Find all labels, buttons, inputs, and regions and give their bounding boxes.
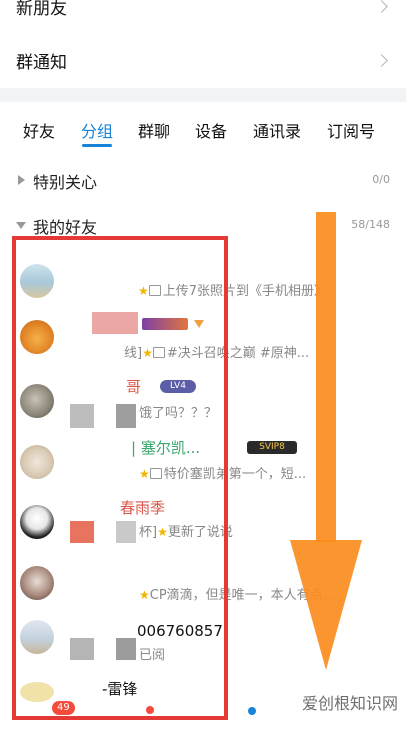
scroll-down-arrow-icon xyxy=(290,212,362,670)
blurred-block xyxy=(70,521,94,543)
tab-friends[interactable]: 好友 xyxy=(23,118,55,142)
notification-dot xyxy=(146,706,154,714)
tab-contacts[interactable]: 通讯录 xyxy=(253,118,301,142)
group-name: 特别关心 xyxy=(33,173,98,192)
watermark: 爱创根知识网 xyxy=(301,694,398,713)
avatar xyxy=(20,384,54,418)
blurred-block xyxy=(116,404,136,428)
star-icon: ★ xyxy=(142,346,153,360)
blurred-block xyxy=(70,638,94,660)
blurred-name-block xyxy=(92,312,138,334)
section-divider xyxy=(0,88,406,102)
tab-groups[interactable]: 分组 xyxy=(81,118,113,142)
friend-name: -雷锋 xyxy=(102,680,138,698)
group-special-care[interactable]: 特别关心 0/0 xyxy=(0,163,406,197)
chevron-right-icon xyxy=(375,0,388,13)
contact-tabs: 好友 分组 群聊 设备 通讯录 订阅号 xyxy=(0,110,406,150)
new-friends-row[interactable]: 新朋友 xyxy=(0,0,406,28)
picture-icon xyxy=(152,347,165,358)
rank-icon xyxy=(194,320,204,328)
avatar xyxy=(20,620,54,654)
avatar xyxy=(20,264,54,298)
star-icon: ★ xyxy=(139,467,150,481)
star-icon: ★ xyxy=(138,284,149,298)
avatar xyxy=(20,445,54,479)
expanded-triangle-icon xyxy=(16,222,26,229)
tab-subscriptions[interactable]: 订阅号 xyxy=(327,118,375,142)
friend-name: | 塞尔凯... xyxy=(131,439,201,457)
blurred-block xyxy=(70,404,94,428)
new-friends-label: 新朋友 xyxy=(16,0,67,19)
star-icon: ★ xyxy=(157,525,168,539)
group-notice-row[interactable]: 群通知 xyxy=(0,38,406,82)
nameplate-icon xyxy=(142,318,188,330)
tab-devices[interactable]: 设备 xyxy=(195,118,227,142)
friend-name: 006760857 xyxy=(137,622,223,640)
notification-dot xyxy=(248,707,256,715)
unread-badge: 49 xyxy=(52,701,75,715)
level-badge: LV4 xyxy=(160,380,196,393)
picture-icon xyxy=(149,468,162,479)
blurred-block xyxy=(116,521,136,543)
collapsed-triangle-icon xyxy=(18,175,25,185)
active-tab-indicator xyxy=(82,144,112,147)
picture-icon xyxy=(148,285,161,296)
group-name: 我的好友 xyxy=(33,218,98,237)
friend-name: 哥 xyxy=(126,378,142,396)
group-count: 0/0 xyxy=(372,173,390,186)
avatar xyxy=(20,320,54,354)
star-icon: ★ xyxy=(139,588,150,602)
friend-name: 春雨季 xyxy=(120,499,166,517)
avatar xyxy=(20,682,54,702)
tab-group-chats[interactable]: 群聊 xyxy=(138,118,170,142)
avatar xyxy=(20,505,54,539)
chevron-right-icon xyxy=(375,53,388,67)
blurred-block xyxy=(116,638,136,660)
group-notice-label: 群通知 xyxy=(16,52,67,73)
avatar xyxy=(20,566,54,600)
